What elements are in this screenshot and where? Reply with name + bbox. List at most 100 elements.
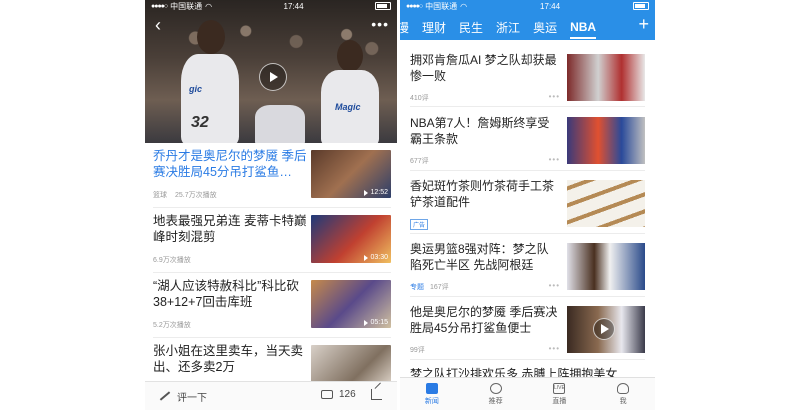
video-thumbnail[interactable]: 03:30 — [311, 215, 391, 263]
add-channel-button[interactable]: + — [634, 15, 649, 33]
status-bar: ●●●●○ 中国联通 ◠ 17:44 — [145, 0, 397, 12]
nav-me[interactable]: 我 — [591, 378, 655, 410]
video-player[interactable]: gic 32 Magic ●●●●○ 中国联通 ◠ 17:44 ‹ ••• — [145, 0, 397, 143]
more-icon[interactable]: ••• — [549, 281, 560, 290]
divider — [410, 170, 645, 171]
news-meta: 广告 — [410, 219, 429, 230]
news-title: 香妃斑竹茶则竹茶荷手工茶铲茶道配件 — [410, 179, 555, 209]
play-count: 6.9万次播放 — [153, 257, 191, 264]
divider — [410, 106, 645, 107]
news-thumbnail — [567, 117, 645, 164]
back-button[interactable]: ‹ — [155, 16, 161, 34]
play-count: 25.7万次播放 — [175, 192, 217, 199]
video-title: 地表最强兄弟连 麦蒂卡特巅峰时刻混剪 — [153, 214, 307, 244]
video-duration: 05:15 — [364, 319, 388, 326]
pen-icon — [159, 391, 171, 401]
divider — [410, 296, 645, 297]
comment-icon[interactable] — [321, 386, 333, 399]
news-meta: 99评 — [410, 345, 425, 355]
category-tag: 篮球 — [153, 192, 167, 199]
divider — [153, 207, 391, 208]
nav-news[interactable]: 新闻 — [400, 378, 464, 410]
news-item[interactable]: 他是奥尼尔的梦魇 季后赛决胜局45分吊打鲨鱼便士 99评 ••• — [410, 304, 645, 356]
carrier-label: 中国联通 — [425, 1, 458, 11]
tab-olympics[interactable]: 奥运 — [533, 19, 557, 36]
wifi-icon: ◠ — [460, 1, 468, 11]
video-list-item[interactable]: 乔丹才是奥尼尔的梦魇 季后赛决胜局45分吊打鲨鱼… 篮球 25.7万次播放 12:… — [153, 148, 391, 206]
divider — [410, 359, 645, 360]
play-count: 5.2万次播放 — [153, 322, 191, 329]
bottom-nav: 新闻 推荐 LIVE 直播 我 — [400, 377, 655, 410]
more-icon[interactable]: ••• — [549, 155, 560, 164]
nav-label: 直播 — [552, 397, 567, 405]
tab-finance[interactable]: 理财 — [422, 19, 446, 36]
video-meta: 篮球 25.7万次播放 — [153, 190, 217, 200]
signal-icon: ●●●●○ — [406, 2, 423, 10]
nav-recommend[interactable]: 推荐 — [464, 378, 528, 410]
news-icon — [425, 382, 438, 394]
video-duration: 03:30 — [364, 254, 388, 261]
news-title: 奥运男篮8强对阵：梦之队陷死亡半区 先战阿根廷 — [410, 242, 549, 272]
video-thumbnail[interactable]: 12:52 — [311, 150, 391, 198]
tab-nba[interactable]: NBA — [570, 20, 597, 39]
more-options-button[interactable]: ••• — [371, 16, 389, 32]
news-item[interactable]: 奥运男篮8强对阵：梦之队陷死亡半区 先战阿根廷 专题 167评 ••• — [410, 241, 645, 293]
battery-icon — [633, 2, 649, 10]
news-thumbnail — [567, 243, 645, 290]
comment-bar: 评一下 126 — [145, 381, 397, 410]
signal-icon: ●●●●○ — [151, 2, 168, 10]
comment-input[interactable]: 评一下 — [177, 389, 207, 404]
news-item[interactable]: 拥邓肯詹瓜AI 梦之队却获最惨一败 410评 ••• — [410, 52, 645, 104]
divider — [153, 337, 391, 338]
video-title: “湖人应该特赦科比”科比砍38+12+7回击库班 — [153, 279, 299, 309]
divider — [153, 272, 391, 273]
news-thumbnail — [567, 54, 645, 101]
news-item[interactable]: 香妃斑竹茶则竹茶荷手工茶铲茶道配件 广告 — [410, 178, 645, 230]
wifi-icon: ◠ — [205, 1, 213, 11]
video-meta: 6.9万次播放 — [153, 255, 191, 265]
clock: 17:44 — [283, 1, 304, 11]
carrier-label: 中国联通 — [170, 1, 203, 11]
heart-icon — [489, 382, 502, 394]
tab-livelihood[interactable]: 民生 — [459, 19, 483, 36]
video-meta: 5.2万次播放 — [153, 320, 191, 330]
comment-count: 126 — [339, 389, 356, 400]
more-icon[interactable]: ••• — [549, 92, 560, 101]
clock: 17:44 — [540, 1, 561, 11]
news-meta: 专题 167评 — [410, 282, 449, 292]
share-icon[interactable] — [371, 389, 382, 400]
video-list-item[interactable]: 张小姐在这里卖车，当天卖出、还多卖2万 — [153, 343, 391, 393]
news-title: 拥邓肯詹瓜AI 梦之队却获最惨一败 — [410, 53, 557, 83]
topic-badge: 专题 — [410, 284, 424, 291]
more-icon[interactable]: ••• — [549, 344, 560, 353]
video-list-item[interactable]: 地表最强兄弟连 麦蒂卡特巅峰时刻混剪 6.9万次播放 03:30 — [153, 213, 391, 271]
user-icon — [617, 382, 630, 394]
nav-live[interactable]: LIVE 直播 — [528, 378, 592, 410]
video-title: 张小姐在这里卖车，当天卖出、还多卖2万 — [153, 344, 304, 374]
news-item[interactable]: NBA第7人！詹姆斯终享受霸王条款 677评 ••• — [410, 115, 645, 167]
nav-label: 推荐 — [488, 397, 503, 405]
ad-badge: 广告 — [410, 219, 429, 230]
channel-tabs: 漫 理财 民生 浙江 奥运 NBA — [400, 14, 655, 40]
play-icon — [593, 318, 615, 340]
tab-zhejiang[interactable]: 浙江 — [496, 19, 520, 36]
news-thumbnail — [567, 306, 645, 353]
nav-label: 我 — [619, 397, 627, 405]
play-icon[interactable] — [259, 63, 287, 91]
video-thumbnail[interactable]: 05:15 — [311, 280, 391, 328]
live-icon: LIVE — [553, 382, 566, 394]
news-meta: 410评 — [410, 93, 429, 103]
comment-count: 167评 — [430, 284, 449, 291]
left-phone-screen: gic 32 Magic ●●●●○ 中国联通 ◠ 17:44 ‹ ••• 乔丹才是奥… — [145, 0, 397, 410]
status-bar: ●●●●○ 中国联通 ◠ 17:44 — [400, 0, 655, 12]
player-right-figure: Magic — [315, 40, 385, 143]
news-title: NBA第7人！詹姆斯终享受霸王条款 — [410, 116, 550, 146]
right-phone-screen: ●●●●○ 中国联通 ◠ 17:44 漫 理财 民生 浙江 奥运 NBA + 拥邓肯… — [400, 0, 655, 410]
tab-comics[interactable]: 漫 — [400, 19, 409, 36]
battery-icon — [375, 2, 391, 10]
divider — [410, 233, 645, 234]
news-meta: 677评 — [410, 156, 429, 166]
video-list-item[interactable]: “湖人应该特赦科比”科比砍38+12+7回击库班 5.2万次播放 05:15 — [153, 278, 391, 336]
news-thumbnail — [567, 180, 645, 227]
news-title: 他是奥尼尔的梦魇 季后赛决胜局45分吊打鲨鱼便士 — [410, 305, 558, 335]
